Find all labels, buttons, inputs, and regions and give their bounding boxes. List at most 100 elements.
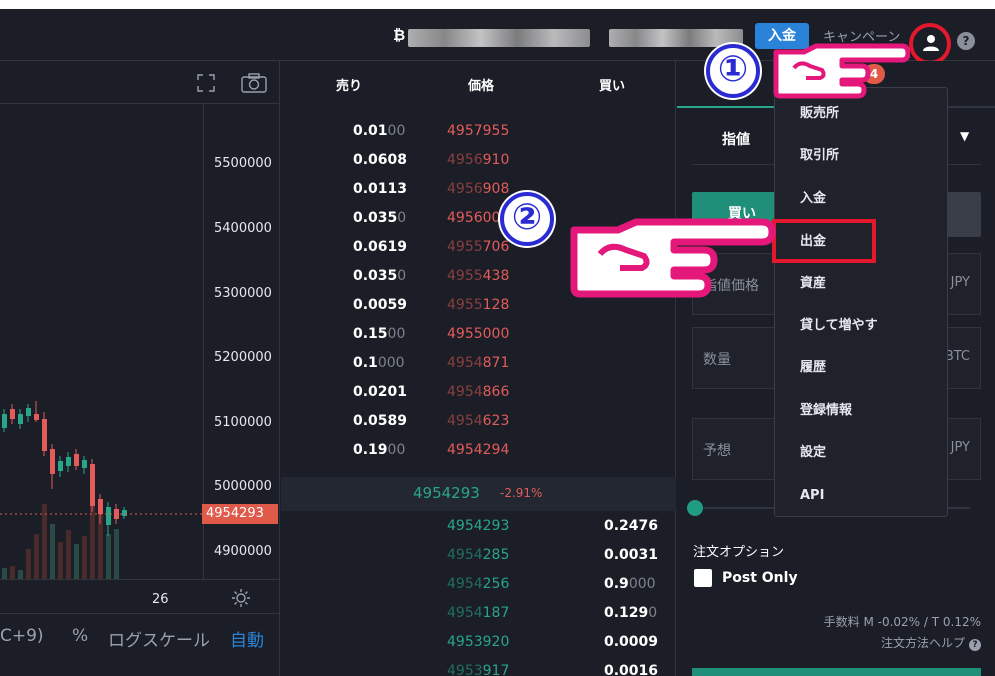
mid-price-row: 4954293 -2.91% xyxy=(281,477,676,511)
help-icon[interactable]: ? xyxy=(957,32,975,50)
camera-icon[interactable] xyxy=(240,72,268,94)
order-help-link[interactable]: 注文方法ヘルプ? xyxy=(881,634,981,651)
ask-row[interactable]: 0.0100 4957955 xyxy=(281,123,676,152)
bid-size: 0.2476 xyxy=(604,518,659,534)
price-axis-label: 5500000 xyxy=(214,156,272,171)
mid-change: -2.91% xyxy=(500,486,543,500)
timezone-label[interactable]: C+9) xyxy=(0,626,44,646)
ask-price: 4955706 xyxy=(447,239,510,255)
ask-row[interactable]: 0.1500 4955000 xyxy=(281,326,676,355)
ask-price: 4956908 xyxy=(447,181,510,197)
mid-price: 4954293 xyxy=(413,484,480,502)
step-1-marker: ① xyxy=(706,44,760,98)
bid-size: 0.0016 xyxy=(604,663,659,676)
field-unit: JPY xyxy=(950,440,970,455)
col-header-buy: 買い xyxy=(599,79,626,94)
time-axis-label: 26 xyxy=(152,592,169,607)
menu-item-assets[interactable]: 資産 xyxy=(775,264,947,304)
price-axis-label: 5000000 xyxy=(214,479,272,494)
ask-size: 0.1900 xyxy=(353,442,406,458)
withdraw-highlight-box xyxy=(772,219,876,263)
last-price-tag: 4954293 xyxy=(202,504,278,524)
chart-toolbar xyxy=(0,61,280,104)
bid-row[interactable]: 4954293 0.2476 xyxy=(281,518,676,547)
order-help-text: 注文方法ヘルプ xyxy=(880,636,965,650)
ask-row[interactable]: 0.1900 4954294 xyxy=(281,442,676,471)
candles xyxy=(2,401,127,536)
time-axis[interactable]: 26 xyxy=(0,579,280,613)
chart-panel: 5500000 5400000 5300000 5200000 5100000 … xyxy=(0,61,280,676)
pointing-hand-icon xyxy=(570,218,776,298)
percent-toggle[interactable]: % xyxy=(72,626,88,646)
menu-item-lending[interactable]: 貸して増やす xyxy=(775,306,947,346)
submit-button[interactable] xyxy=(692,668,981,676)
gear-icon[interactable] xyxy=(231,588,251,608)
blurred-balance-2 xyxy=(609,29,743,47)
bid-price: 4954285 xyxy=(447,547,510,563)
bid-row[interactable]: 4954285 0.0031 xyxy=(281,547,676,576)
ask-price: 4955000 xyxy=(447,326,510,342)
top-strip xyxy=(0,0,995,9)
bid-row[interactable]: 4954187 0.1290 xyxy=(281,605,676,634)
ask-price: 4954623 xyxy=(447,413,510,429)
ask-price: 4957955 xyxy=(447,123,510,139)
menu-item-api[interactable]: API xyxy=(775,476,947,516)
ask-size: 0.0608 xyxy=(353,152,408,168)
ask-size: 0.0100 xyxy=(353,123,406,139)
amount-slider-handle[interactable] xyxy=(687,500,703,516)
price-axis-label: 5300000 xyxy=(214,286,272,301)
logscale-toggle[interactable]: ログスケール xyxy=(108,626,210,651)
tab-active-indicator xyxy=(677,106,775,108)
menu-item-exchange[interactable]: 取引所 xyxy=(775,136,947,176)
field-unit: BTC xyxy=(944,349,970,364)
menu-item-deposit[interactable]: 入金 xyxy=(775,179,947,219)
ask-row[interactable]: 0.0608 4956910 xyxy=(281,152,676,181)
step-2-marker: ② xyxy=(500,192,554,246)
ask-size: 0.1500 xyxy=(353,326,406,342)
ask-size: 0.0619 xyxy=(353,239,408,255)
orderbook: 売り 価格 買い 0.0100 4957955 0.0608 4956910 0.011… xyxy=(281,61,676,676)
price-axis-label: 5400000 xyxy=(214,221,272,236)
blurred-balance xyxy=(408,29,590,47)
price-axis-label: 5200000 xyxy=(214,350,272,365)
bid-price: 4954293 xyxy=(447,518,510,534)
ask-price: 4954871 xyxy=(447,355,510,371)
bid-row[interactable]: 4953920 0.0009 xyxy=(281,634,676,663)
ask-size: 0.0059 xyxy=(353,297,408,313)
bid-row[interactable]: 4953917 0.0016 xyxy=(281,663,676,676)
ask-size: 0.1000 xyxy=(353,355,405,371)
ask-price: 4955438 xyxy=(447,268,510,284)
ask-row[interactable]: 0.0589 4954623 xyxy=(281,413,676,442)
bid-size: 0.0031 xyxy=(604,547,659,563)
candlestick-chart[interactable] xyxy=(0,104,203,579)
chevron-down-icon[interactable]: ▼ xyxy=(960,129,969,143)
field-unit: JPY xyxy=(950,275,970,290)
expand-icon[interactable] xyxy=(196,73,216,93)
bid-row[interactable]: 4954256 0.9000 xyxy=(281,576,676,605)
app-root: ₿ 入金 キャンペーン ? 5500000 5400000 5300000 52… xyxy=(0,0,995,676)
user-highlight-ring xyxy=(909,23,951,65)
bid-size: 0.0009 xyxy=(604,634,659,650)
tab-limit[interactable]: 指値 xyxy=(722,129,750,149)
help-icon: ? xyxy=(969,639,981,651)
sell-side-button[interactable] xyxy=(947,192,981,237)
menu-item-history[interactable]: 履歴 xyxy=(775,348,947,388)
volume-bars xyxy=(2,474,119,579)
user-dropdown-menu: 販売所 取引所 入金 出金 資産 貸して増やす 履歴 登録情報 設定 API xyxy=(774,87,948,517)
menu-item-settings[interactable]: 設定 xyxy=(775,433,947,473)
ask-row[interactable]: 0.0201 4954866 xyxy=(281,384,676,413)
bid-price: 4953917 xyxy=(447,663,510,676)
post-only-label[interactable]: Post Only xyxy=(722,570,798,586)
ask-row[interactable]: 0.0113 4956908 xyxy=(281,181,676,210)
ask-row[interactable]: 0.1000 4954871 xyxy=(281,355,676,384)
menu-item-account-info[interactable]: 登録情報 xyxy=(775,391,947,431)
chart-bottom-bar: C+9) % ログスケール 自動 xyxy=(0,613,280,663)
post-only-checkbox[interactable] xyxy=(694,569,712,587)
ask-price: 4954866 xyxy=(447,384,510,400)
auto-toggle[interactable]: 自動 xyxy=(230,626,264,651)
fee-info: 手数料 M -0.02% / T 0.12% xyxy=(823,615,981,629)
price-axis-label: 4900000 xyxy=(214,544,272,559)
ask-price: 4954294 xyxy=(447,442,510,458)
price-axis-label: 5100000 xyxy=(214,415,272,430)
order-options-title: 注文オプション xyxy=(693,545,785,560)
